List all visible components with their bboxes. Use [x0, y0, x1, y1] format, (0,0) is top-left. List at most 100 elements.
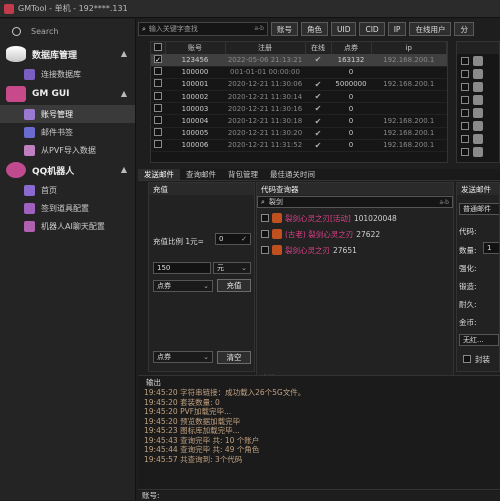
check-icon: ✔ [314, 116, 322, 126]
unit-value: 元 [217, 264, 224, 272]
sidebar-item-connect-db[interactable]: 连接数据库 [0, 65, 135, 83]
color-select[interactable]: 无红... [459, 334, 499, 346]
group-gm-gui[interactable]: GM GUI ▲ [0, 83, 135, 105]
character-row[interactable] [457, 54, 499, 67]
online-users-button[interactable]: 在线用户 [409, 22, 452, 36]
checkbox[interactable] [461, 69, 469, 78]
col-online[interactable]: 在线 [305, 42, 332, 54]
sidebar-item-pvf-import[interactable]: 从PVF导入数据 [0, 141, 135, 159]
sidebar-item-account-management[interactable]: 账号管理 [0, 105, 135, 123]
quantity-input[interactable]: 1 [483, 242, 499, 254]
sidebar-search[interactable]: Search [0, 19, 135, 43]
checkbox[interactable] [154, 103, 162, 112]
checkbox[interactable] [461, 147, 469, 156]
col-points[interactable]: 点券 [331, 42, 372, 54]
mail-type-select[interactable]: 普通邮件 [459, 203, 499, 215]
col-ip[interactable]: ip [371, 42, 447, 54]
checkbox[interactable] [461, 82, 469, 91]
character-row[interactable] [457, 145, 499, 158]
seal-checkbox[interactable] [463, 355, 471, 363]
row-checkbox[interactable] [151, 66, 165, 79]
row-checkbox[interactable] [151, 127, 165, 140]
checkbox[interactable] [154, 67, 162, 76]
unit-select[interactable]: 元 ⌄ [213, 262, 251, 274]
tab-best-clear-time[interactable]: 最佳通关时间 [264, 169, 321, 180]
more-button[interactable]: 分 [454, 22, 474, 36]
tab-inventory[interactable]: 背包管理 [222, 169, 264, 180]
checkbox[interactable] [461, 108, 469, 117]
field-label: 代码: [459, 227, 477, 236]
account-button[interactable]: 账号 [271, 22, 298, 36]
code-result-code: 27622 [356, 229, 381, 239]
checkbox[interactable] [461, 56, 469, 65]
row-checkbox[interactable]: ✓ [151, 54, 165, 67]
table-row[interactable]: 100003 2020-12-21 11:30:16 ✔ 0 [151, 102, 447, 116]
checkbox[interactable] [154, 91, 162, 100]
checkbox[interactable] [153, 43, 162, 51]
character-row[interactable] [457, 119, 499, 132]
select-all-header[interactable] [151, 42, 166, 54]
cell-ip: 192.168.200.1 [371, 78, 447, 92]
code-search-value: 裂剑 [268, 198, 283, 206]
search-input[interactable]: ⌕ 输入关键字查找 a-b [138, 22, 268, 36]
clear-button[interactable]: 清空 [217, 351, 251, 364]
table-row[interactable]: 100000 001-01-01 00:00:00 0 [151, 66, 447, 79]
checkbox[interactable] [154, 79, 162, 88]
character-row[interactable] [457, 67, 499, 80]
table-row[interactable]: 100002 2020-12-21 11:30:14 ✔ 0 [151, 90, 447, 104]
col-register[interactable]: 注册 [225, 42, 306, 54]
table-row[interactable]: 100006 2020-12-21 11:31:52 ✔ 0 192.168.2… [151, 139, 447, 153]
tab-send-mail[interactable]: 发送邮件 [138, 169, 180, 180]
role-button[interactable]: 角色 [301, 22, 328, 36]
row-checkbox[interactable] [151, 139, 165, 153]
chevron-up-icon: ▲ [120, 49, 127, 58]
sidebar-item-home[interactable]: 首页 [0, 181, 135, 199]
code-result[interactable]: 裂剑心灵之刃 27651 [261, 243, 357, 257]
checkbox[interactable] [261, 214, 269, 222]
checkbox[interactable] [261, 230, 269, 238]
sidebar-item-signin-config[interactable]: 签到道具配置 [0, 199, 135, 217]
row-checkbox[interactable] [151, 114, 165, 128]
tab-query-mail[interactable]: 查询邮件 [180, 169, 222, 180]
character-row[interactable] [457, 106, 499, 119]
ratio-input[interactable]: 0 ✓ [215, 233, 251, 245]
checkbox[interactable] [461, 134, 469, 143]
item-icon [272, 229, 282, 239]
currency-select[interactable]: 点券 ⌄ [153, 280, 213, 292]
recharge-button[interactable]: 充值 [217, 279, 251, 292]
code-result[interactable]: 裂剑心灵之刃[活动] 101020048 [261, 211, 397, 225]
checkbox[interactable] [461, 121, 469, 130]
character-row[interactable] [457, 80, 499, 93]
currency-select-2[interactable]: 点券 ⌄ [153, 351, 213, 363]
checkbox[interactable] [261, 246, 269, 254]
search-mode[interactable]: a-b [439, 199, 449, 206]
uid-button[interactable]: UID [331, 22, 357, 36]
checkbox[interactable] [154, 140, 162, 149]
checkbox[interactable] [154, 128, 162, 137]
row-checkbox[interactable] [151, 90, 165, 104]
ip-button[interactable]: IP [387, 22, 407, 36]
code-result[interactable]: (古老) 裂剑心灵之刃 27622 [261, 227, 380, 241]
row-checkbox[interactable] [151, 78, 165, 92]
table-row[interactable]: 100005 2020-12-21 11:30:20 ✔ 0 192.168.2… [151, 127, 447, 140]
group-qq-bot[interactable]: QQ机器人 ▲ [0, 159, 135, 181]
sidebar-item-ai-chat-config[interactable]: 机器人AI聊天配置 [0, 217, 135, 235]
character-row[interactable] [457, 93, 499, 106]
checkbox[interactable]: ✓ [154, 55, 162, 64]
table-row[interactable]: 100001 2020-12-21 11:30:06 ✔ 5000000 192… [151, 78, 447, 92]
row-checkbox[interactable] [151, 102, 165, 116]
character-row[interactable] [457, 132, 499, 145]
amount-input[interactable]: 150 [153, 262, 211, 274]
group-database[interactable]: 数据库管理 ▲ [0, 43, 135, 65]
table-row[interactable]: 100004 2020-12-21 11:30:18 ✔ 0 192.168.2… [151, 114, 447, 128]
col-account[interactable]: 账号 [165, 42, 226, 54]
checkbox[interactable] [461, 95, 469, 104]
code-result-name: (古老) 裂剑心灵之刃 [285, 229, 354, 239]
table-row[interactable]: ✓ 123456 2022-05-06 21:13:21 ✔ 163132 19… [151, 54, 447, 67]
sidebar-item-mail-bookmarks[interactable]: 邮件书签 [0, 123, 135, 141]
checkbox[interactable] [154, 116, 162, 125]
cid-button[interactable]: CID [359, 22, 385, 36]
search-mode[interactable]: a-b [254, 25, 264, 32]
cell-points: 0 [331, 90, 371, 104]
code-search-input[interactable]: ⌕ 裂剑 a-b [257, 196, 453, 208]
